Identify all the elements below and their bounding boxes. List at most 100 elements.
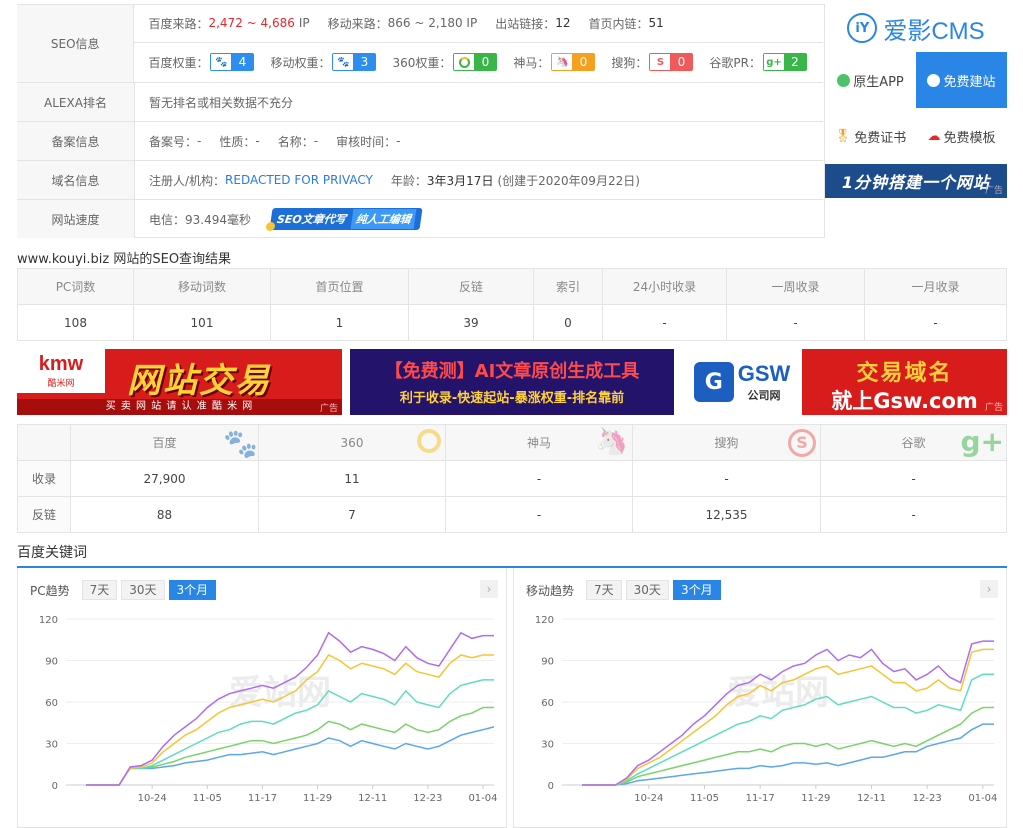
mobile-weight-badge[interactable]: 🐾 3 (332, 53, 377, 72)
stats-header: 一周收录 (726, 268, 865, 305)
stats-header: 首页位置 (270, 268, 409, 305)
series-line (86, 726, 495, 786)
chevron-right-icon[interactable]: › (980, 580, 998, 598)
free-template-item[interactable]: ☁ 免费模板 (916, 108, 1007, 164)
x-tick-label: 12-23 (413, 793, 442, 804)
kumi-banner-headline: 网站交易 (127, 361, 271, 401)
free-cert-item[interactable]: 🎖 免费证书 (825, 108, 916, 164)
x-tick-label: 11-05 (193, 793, 222, 804)
stats-cell: 1 (270, 304, 409, 341)
search-icon (417, 429, 441, 453)
engine-header-sogou: 搜狗 S (632, 424, 821, 461)
paw-icon: 🐾 (211, 54, 232, 71)
registrant-link[interactable]: REDACTED FOR PRIVACY (225, 173, 373, 187)
icp-time: - (396, 134, 401, 148)
pc-tab-30d[interactable]: 30天 (121, 580, 165, 600)
sogou-icon: S (650, 54, 671, 71)
native-app-item[interactable]: 原生APP (825, 52, 916, 108)
chevron-right-icon[interactable]: › (480, 580, 498, 598)
engine-header-shenma: 神马 🦄 (445, 424, 633, 461)
y-tick-label: 120 (39, 615, 58, 626)
stats-cell: - (602, 304, 727, 341)
mobile-tab-7d[interactable]: 7天 (586, 580, 622, 600)
stats-cell: 108 (17, 304, 134, 341)
sogou-badge[interactable]: S 0 (649, 53, 694, 72)
mobile-trend-chart: 爱站网 0 30 60 90 120 10-24 11-05 11-17 11-29 12-11 12… (535, 615, 997, 804)
gsw-logo: G GSW 公司网 (682, 349, 802, 415)
x-tick-label: 10-24 (138, 793, 167, 804)
keywords-title: 百度关键词 (17, 545, 87, 561)
pc-trend-panel: PC趋势 7天 30天 3个月 › 爱站网 0 30 60 90 120 10-24 11-0… (17, 568, 507, 828)
ad-label: 广告 (984, 403, 1003, 413)
telecom-speed: 电信：93.494毫秒 (149, 212, 251, 227)
x-tick-label: 12-11 (857, 793, 886, 804)
pc-tab-7d[interactable]: 7天 (81, 580, 118, 600)
paw-icon: 🐾 (333, 54, 354, 71)
x-tick-label: 12-11 (358, 793, 387, 804)
stats-cell: - (864, 304, 1007, 341)
domain-created: (创建于2020年09月22日) (497, 173, 640, 188)
domain-age: 3年3月17日 (426, 173, 494, 188)
stats-cell: 101 (133, 304, 271, 341)
aiying-cms-ad[interactable]: iY 爱影CMS 原生APP 免费建站 🎖 免费证书 ☁ 免费模板 1分钟搭建一… (825, 4, 1007, 198)
ad-label: 广告 (984, 186, 1003, 196)
seo-flow-line: 百度来路： 2,472 ~ 4,686 IP 移动来路： 866 ~ 2,180… (134, 5, 823, 43)
inlinks-value: 51 (648, 16, 664, 31)
stats-header: 移动词数 (133, 268, 271, 305)
table-row: 收录 27,900 11 - - - (17, 460, 1007, 497)
google-plus-icon: g+ (960, 425, 1004, 459)
x-tick-label: 11-05 (690, 793, 719, 804)
y-tick-label: 120 (535, 615, 554, 626)
mobile-trend-label: 移动趋势 (526, 583, 575, 598)
pc-trend-label: PC趋势 (30, 583, 70, 598)
sogou-icon: S (788, 429, 816, 457)
series-line (582, 706, 994, 786)
paw-icon: 🐾 (223, 427, 258, 460)
gsw-banner-headline: 交易域名 (856, 361, 953, 386)
stats-cell: 0 (533, 304, 603, 341)
gsw-logo-icon: G (693, 362, 734, 402)
x-tick-label: 01-04 (968, 793, 997, 804)
icp-name: - (313, 134, 319, 148)
aiying-logo: iY 爱影CMS (825, 4, 1007, 52)
ai-article-banner-ad[interactable]: 【免费测】AI文章原创生成工具 利于收录-快速起站-暴涨权重-排名靠前 (350, 349, 674, 415)
pc-tab-3m[interactable]: 3个月 (168, 580, 217, 600)
ai-banner-sub: 利于收录-快速起站-暴涨权重-排名靠前 (399, 391, 625, 406)
series-line (86, 706, 494, 786)
ad-label: 广告 (319, 404, 338, 414)
stats-header: 一月收录 (864, 268, 1007, 305)
table-row: 反链 88 7 - 12,535 - (17, 496, 1007, 533)
free-site-item[interactable]: 免费建站 (916, 52, 1007, 108)
domain-head: 域名信息 (17, 161, 135, 199)
cert-icon: 🎖 (834, 128, 852, 144)
y-tick-label: 0 (548, 781, 554, 792)
engine-header-baidu: 百度 🐾 (70, 424, 259, 461)
weight-360-badge[interactable]: 0 (453, 53, 498, 72)
y-tick-label: 60 (541, 698, 554, 709)
x-tick-label: 01-04 (468, 793, 497, 804)
ai-banner-headline: 【免费测】AI文章原创生成工具 (384, 361, 640, 382)
shenma-badge[interactable]: 🦄 0 (551, 53, 596, 72)
gsw-banner-ad[interactable]: G GSW 公司网 交易域名 就上Gsw.com 广告 (682, 349, 1007, 415)
mobile-tab-30d[interactable]: 30天 (625, 580, 669, 600)
mobile-tab-3m[interactable]: 3个月 (672, 580, 721, 600)
kumi-banner-sub: 买 卖 网 站 请 认 准 酷 米 网 (17, 399, 342, 415)
chart-watermark: 爱站网 (229, 673, 331, 713)
aiying-logo-icon: iY (847, 13, 878, 43)
y-tick-label: 0 (52, 781, 58, 792)
speed-head: 网站速度 (17, 200, 135, 238)
kumi-banner-ad[interactable]: kmw 酷米网 网站交易 买 卖 网 站 请 认 准 酷 米 网 广告 (17, 349, 342, 415)
x-tick-label: 10-24 (634, 793, 663, 804)
icp-head: 备案信息 (17, 122, 135, 160)
alexa-head: ALEXA排名 (17, 83, 135, 121)
app-icon (837, 73, 851, 87)
google-pr-badge[interactable]: g+ 2 (763, 53, 807, 72)
google-plus-icon: g+ (764, 54, 784, 71)
seo-writing-promo[interactable]: SEO文章代写 纯人工编辑 (265, 208, 423, 231)
paper-plane-icon (927, 73, 941, 87)
x-tick-label: 11-17 (248, 793, 277, 804)
baidu-weight-badge[interactable]: 🐾 4 (210, 53, 255, 72)
outlinks-value: 12 (555, 16, 571, 31)
stats-header: 索引 (533, 268, 603, 305)
weights-line: 百度权重： 🐾 4 移动权重： 🐾 3 360权重： 0 神马： 🦄 0 搜狗：… (134, 43, 823, 82)
